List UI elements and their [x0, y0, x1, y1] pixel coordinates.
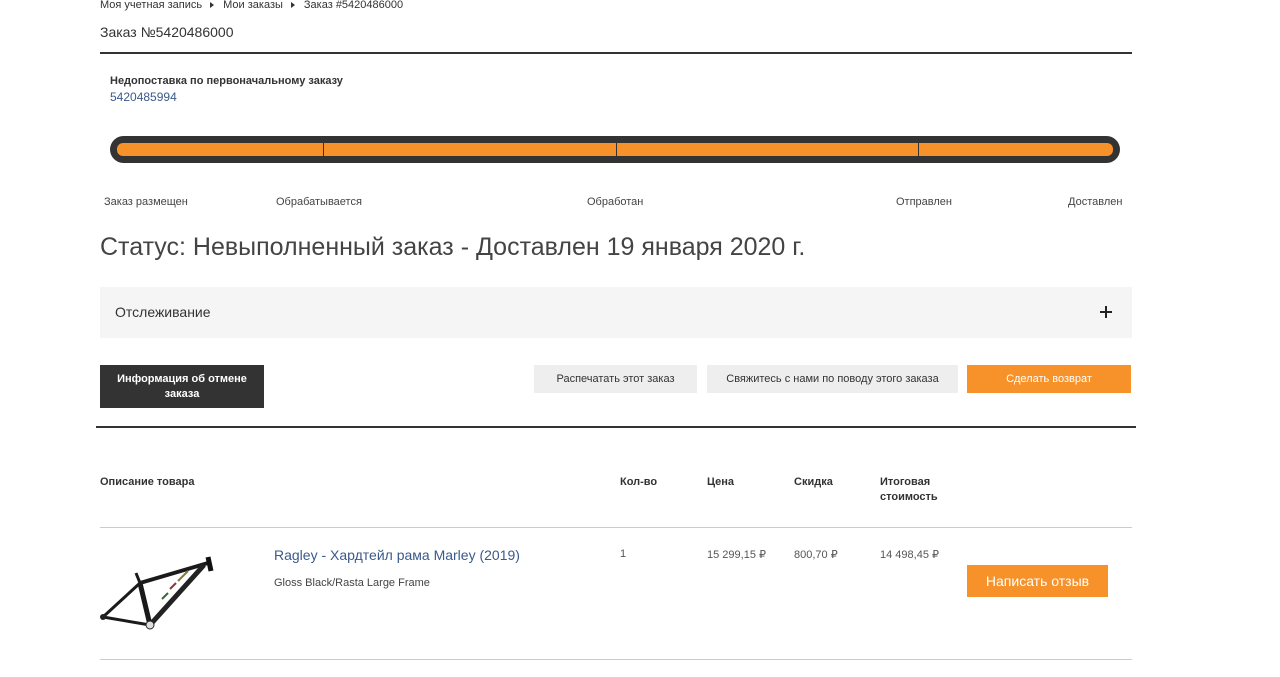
breadcrumb: Моя учетная запись Мои заказы Заказ #542…: [100, 0, 403, 12]
breadcrumb-my-orders[interactable]: Мои заказы: [223, 0, 283, 11]
cancel-info-button[interactable]: Информация об отмене заказа: [100, 365, 264, 408]
original-order-link[interactable]: 5420485994: [110, 90, 177, 104]
order-status-heading: Статус: Невыполненный заказ - Доставлен …: [100, 233, 806, 261]
breadcrumb-my-account[interactable]: Моя учетная запись: [100, 0, 202, 11]
plus-icon[interactable]: [1100, 306, 1112, 318]
step-placed-label: Заказ размещен: [104, 196, 188, 208]
table-header-divider: [100, 527, 1132, 528]
header-qty: Кол-во: [620, 476, 658, 488]
row-total: 14 498,45 ₽: [880, 549, 939, 561]
table-bottom-divider: [100, 659, 1132, 660]
product-name-link[interactable]: Ragley - Хардтейл рама Marley (2019): [274, 547, 520, 563]
page-title: Заказ №5420486000: [100, 24, 234, 40]
progress-divider: [616, 143, 617, 156]
header-description: Описание товара: [100, 476, 195, 488]
breadcrumb-separator-icon: [290, 2, 295, 8]
order-progress-fill: [117, 143, 1113, 156]
step-delivered-label: Доставлен: [1068, 196, 1123, 208]
progress-divider: [323, 143, 324, 156]
contact-us-button[interactable]: Свяжитесь с нами по поводу этого заказа: [707, 365, 958, 393]
step-processing-label: Обрабатывается: [276, 196, 362, 208]
tracking-accordion[interactable]: Отслеживание: [100, 287, 1132, 338]
print-order-button[interactable]: Распечатать этот заказ: [534, 365, 697, 393]
header-discount: Скидка: [794, 476, 833, 488]
header-price: Цена: [707, 476, 735, 488]
order-progress-bar: [110, 136, 1120, 163]
step-processed-label: Обработан: [587, 196, 644, 208]
tracking-label: Отслеживание: [115, 304, 211, 320]
section-divider: [96, 426, 1136, 428]
step-shipped-label: Отправлен: [896, 196, 952, 208]
header-total: Итоговая стоимость: [880, 476, 938, 503]
breadcrumb-current-order: Заказ #5420486000: [303, 0, 404, 11]
product-variant: Gloss Black/Rasta Large Frame: [274, 577, 430, 589]
row-qty: 1: [620, 548, 627, 560]
bike-frame-icon[interactable]: [100, 555, 215, 630]
breadcrumb-separator-icon: [210, 2, 215, 8]
progress-divider: [918, 143, 919, 156]
write-review-button[interactable]: Написать отзыв: [967, 565, 1108, 597]
backorder-label: Недопоставка по первоначальному заказу: [110, 75, 343, 87]
header-divider: [100, 52, 1132, 54]
row-price: 15 299,15 ₽: [707, 549, 766, 561]
return-button[interactable]: Сделать возврат: [967, 365, 1131, 393]
row-discount: 800,70 ₽: [794, 549, 838, 561]
